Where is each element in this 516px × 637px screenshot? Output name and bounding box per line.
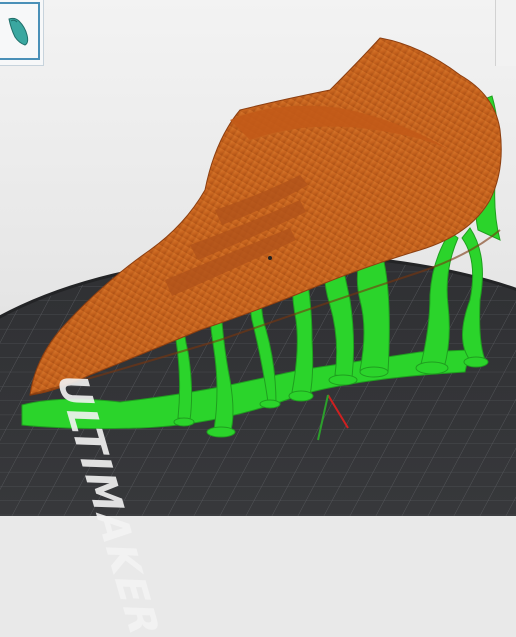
object-list-panel[interactable]	[0, 0, 44, 66]
cursor-marker	[268, 256, 272, 260]
3d-viewport[interactable]: ULTIMAKER	[0, 0, 516, 637]
object-list-item[interactable]	[0, 2, 40, 60]
shoe-model-icon	[8, 17, 29, 46]
side-panel-edge[interactable]	[495, 0, 516, 66]
